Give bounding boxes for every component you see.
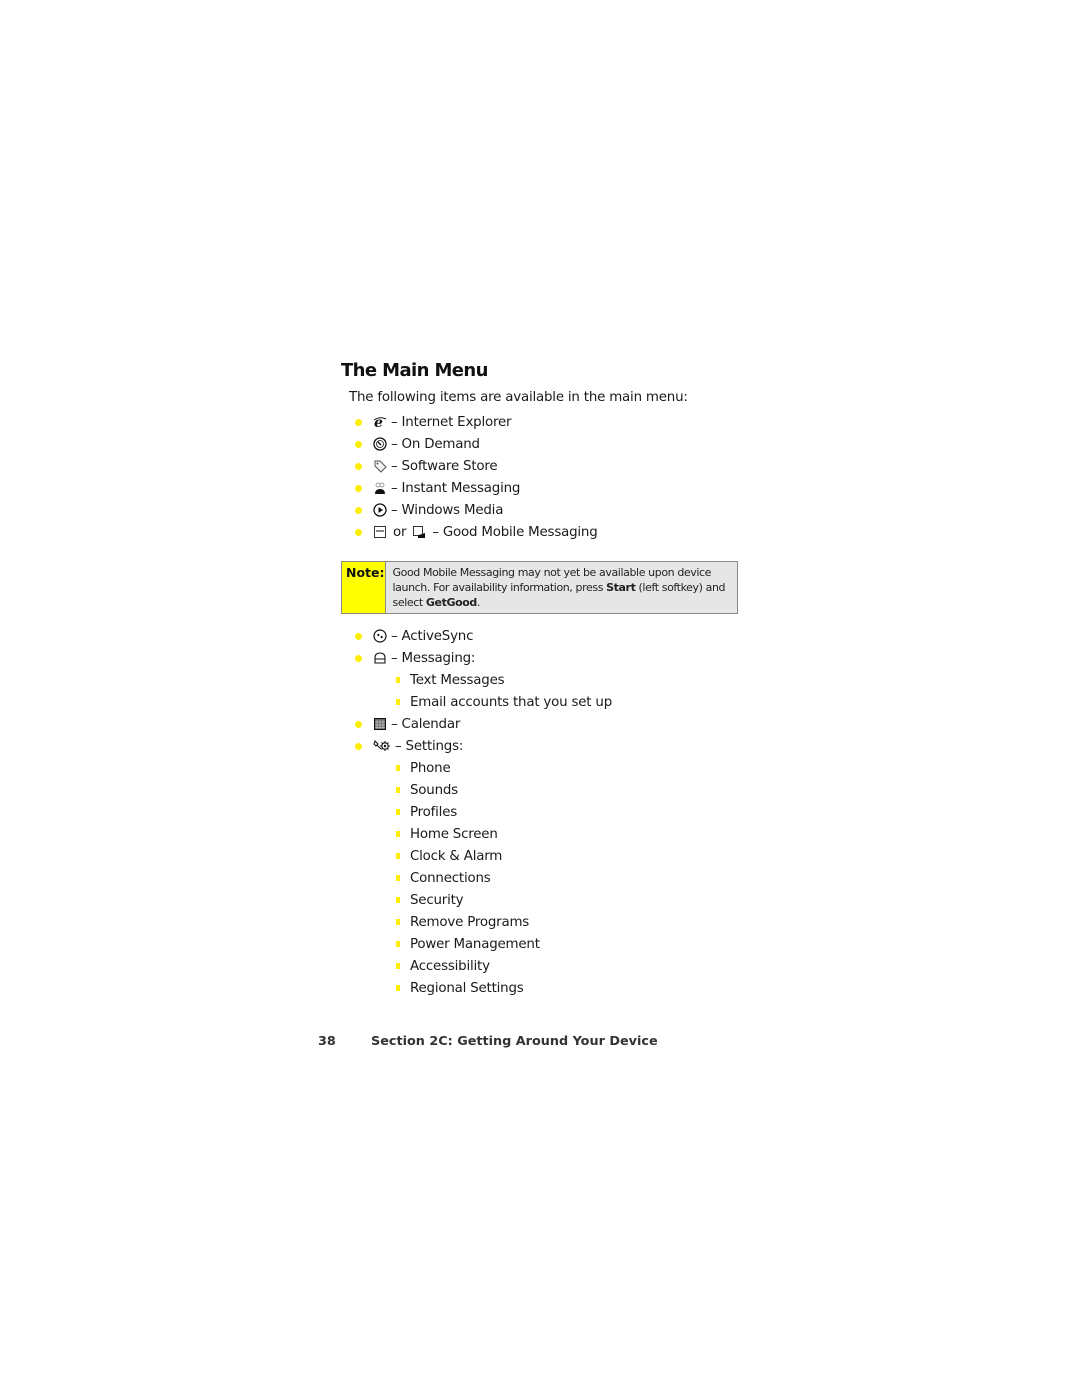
- item-label: – Good Mobile Messaging: [432, 524, 598, 540]
- internet-explorer-icon: e: [373, 415, 387, 429]
- list-item: – On Demand: [355, 433, 598, 455]
- sub-bullet: [396, 809, 400, 815]
- software-store-icon: [373, 459, 387, 473]
- intro-text: The following items are available in the…: [349, 390, 688, 405]
- sub-item-label: Connections: [410, 870, 491, 886]
- sub-list-item: Home Screen: [355, 823, 612, 845]
- item-label: – Software Store: [391, 458, 498, 474]
- sub-bullet: [396, 985, 400, 991]
- bullet: [355, 484, 362, 492]
- sub-bullet: [396, 787, 400, 793]
- sub-item-label: Power Management: [410, 936, 540, 952]
- sub-list-item: Regional Settings: [355, 977, 612, 999]
- item-label: – Instant Messaging: [391, 480, 521, 496]
- main-menu-list-top: e – Internet Explorer – On Demand – Soft…: [355, 411, 598, 543]
- sub-bullet: [396, 765, 400, 771]
- sub-bullet: [396, 699, 400, 705]
- item-label: – Calendar: [391, 716, 461, 732]
- windows-media-icon: [373, 503, 387, 517]
- sub-item-label: Text Messages: [410, 672, 505, 688]
- sub-item-label: Email accounts that you set up: [410, 694, 613, 710]
- bullet: [355, 528, 362, 536]
- sub-item-label: Phone: [410, 760, 451, 776]
- sub-list-item: Email accounts that you set up: [355, 691, 612, 713]
- svg-text:e: e: [374, 415, 383, 429]
- messaging-icon: [373, 651, 387, 665]
- sub-list-item: Remove Programs: [355, 911, 612, 933]
- bullet: [355, 440, 362, 448]
- bullet: [355, 506, 362, 514]
- sub-list-item: Clock & Alarm: [355, 845, 612, 867]
- note-label: Note:: [342, 562, 386, 613]
- item-label: – ActiveSync: [391, 628, 474, 644]
- list-item: – Messaging:: [355, 647, 612, 669]
- sub-item-label: Remove Programs: [410, 914, 530, 930]
- sub-item-label: Regional Settings: [410, 980, 524, 996]
- sub-list-item: Power Management: [355, 933, 612, 955]
- list-item: e – Internet Explorer: [355, 411, 598, 433]
- settings-icon: [373, 739, 391, 753]
- good-mobile-messaging-alt-icon: [412, 525, 426, 539]
- list-item: or – Good Mobile Messaging: [355, 521, 598, 543]
- sub-item-label: Clock & Alarm: [410, 848, 503, 864]
- sub-item-label: Sounds: [410, 782, 458, 798]
- item-label: – Windows Media: [391, 502, 504, 518]
- sub-bullet: [396, 897, 400, 903]
- list-item: – Calendar: [355, 713, 612, 735]
- section-title: Section 2C: Getting Around Your Device: [371, 1034, 658, 1049]
- connector-text: or: [393, 524, 407, 540]
- item-label: – Settings:: [395, 738, 464, 754]
- bullet: [355, 654, 362, 662]
- page-number: 38: [318, 1034, 336, 1049]
- sub-bullet: [396, 875, 400, 881]
- sub-list-item: Profiles: [355, 801, 612, 823]
- bullet: [355, 742, 362, 750]
- list-item: – Settings:: [355, 735, 612, 757]
- sub-list-item: Connections: [355, 867, 612, 889]
- list-item: – Windows Media: [355, 499, 598, 521]
- sub-bullet: [396, 919, 400, 925]
- note-text: Good Mobile Messaging may not yet be ava…: [386, 562, 737, 613]
- sub-list-item: Accessibility: [355, 955, 612, 977]
- sub-item-label: Security: [410, 892, 464, 908]
- sub-bullet: [396, 941, 400, 947]
- sub-item-label: Accessibility: [410, 958, 490, 974]
- good-mobile-messaging-icon: [373, 525, 387, 539]
- item-label: – Internet Explorer: [391, 414, 512, 430]
- list-item: – ActiveSync: [355, 625, 612, 647]
- bullet: [355, 632, 362, 640]
- sub-list-item: Phone: [355, 757, 612, 779]
- note-text-part: .: [476, 596, 481, 609]
- bullet: [355, 462, 362, 470]
- instant-messaging-icon: [373, 481, 387, 495]
- sub-bullet: [396, 831, 400, 837]
- note-bold-start: Start: [606, 581, 636, 594]
- calendar-icon: [373, 717, 387, 731]
- sub-item-label: Profiles: [410, 804, 458, 820]
- sub-bullet: [396, 963, 400, 969]
- list-item: – Instant Messaging: [355, 477, 598, 499]
- list-item: – Software Store: [355, 455, 598, 477]
- item-label: – On Demand: [391, 436, 480, 452]
- note-bold-getgood: GetGood: [425, 596, 477, 609]
- sub-list-item: Security: [355, 889, 612, 911]
- main-menu-list-bottom: – ActiveSync – Messaging: Text Messages …: [355, 625, 612, 999]
- sub-list-item: Text Messages: [355, 669, 612, 691]
- item-label: – Messaging:: [391, 650, 476, 666]
- sub-bullet: [396, 677, 400, 683]
- bullet: [355, 418, 362, 426]
- bullet: [355, 720, 362, 728]
- sub-list-item: Sounds: [355, 779, 612, 801]
- note-box: Note: Good Mobile Messaging may not yet …: [341, 561, 738, 614]
- activesync-icon: [373, 629, 387, 643]
- sub-item-label: Home Screen: [410, 826, 498, 842]
- on-demand-icon: [373, 437, 387, 451]
- sub-bullet: [396, 853, 400, 859]
- page-title: The Main Menu: [341, 360, 488, 381]
